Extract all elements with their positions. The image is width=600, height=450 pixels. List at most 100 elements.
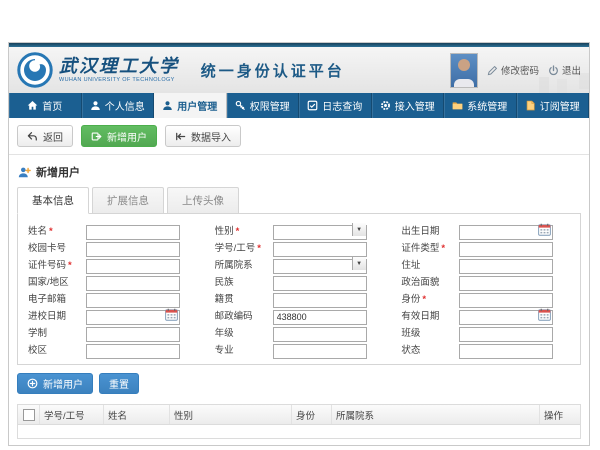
id-number-input[interactable] [86,259,180,274]
field-label: 民族 [215,274,273,288]
nav-item-home[interactable]: 首页 [9,93,82,118]
section-title: 新增用户 [36,164,80,180]
reset-button[interactable]: 重置 [99,373,139,394]
grade-input[interactable] [273,327,367,342]
postal-code-input[interactable] [273,310,367,325]
field-id-type: 证件类型* [401,239,576,254]
required-marker: * [422,294,426,305]
ethnicity-control [273,273,367,288]
identity-input[interactable] [459,293,553,308]
log-icon [307,100,318,111]
name-input[interactable] [86,225,180,240]
table-header-cell: 身份 [292,405,332,424]
tab-upload-avatar[interactable]: 上传头像 [167,187,239,214]
form-tabs: 基本信息 扩展信息上传头像 [9,187,589,214]
political-status-input[interactable] [459,276,553,291]
field-class: 班级 [401,324,576,339]
user-icon [162,100,173,111]
gear-icon [380,100,391,111]
country-region-control [86,273,180,288]
add-user-toolbar-button[interactable]: 新增用户 [81,125,157,147]
user-avatar[interactable] [450,53,478,88]
class-control [459,324,553,339]
student-id-control [273,239,367,254]
field-label: 专业 [215,342,273,356]
content-bottom-spacer [9,439,589,445]
major-input[interactable] [273,344,367,359]
tab-label: 基本信息 [32,195,74,207]
calendar-icon[interactable] [165,308,178,321]
user-icon [90,100,101,111]
change-password-label: 修改密码 [501,63,539,77]
nav-item-system-mgmt[interactable]: 系统管理 [444,93,517,118]
nav-item-personal-info[interactable]: 个人信息 [82,93,155,118]
change-password-link[interactable]: 修改密码 [487,63,539,77]
nav-item-user-mgmt[interactable]: 用户管理 [154,93,227,118]
data-import-button[interactable]: 数据导入 [165,125,241,147]
ethnicity-input[interactable] [273,276,367,291]
logout-link[interactable]: 退出 [548,63,581,77]
back-button[interactable]: 返回 [17,125,73,147]
select-all-checkbox[interactable] [23,409,35,421]
field-label: 进校日期 [28,308,86,322]
table-header-checkbox-cell [18,405,40,424]
logout-label: 退出 [562,63,581,77]
native-place-input[interactable] [273,293,367,308]
field-label: 籍贯 [215,291,273,305]
pencil-icon [487,65,498,76]
campus-control [86,341,180,356]
field-campus-card-no: 校园卡号 [28,239,203,254]
education-length-input[interactable] [86,327,180,342]
field-postal-code: 邮政编码 [215,307,390,322]
submit-add-user-button[interactable]: 新增用户 [17,373,93,394]
field-label: 所属院系 [215,257,273,271]
address-control [459,256,553,271]
form-actions: 新增用户 重置 [9,365,589,402]
calendar-icon[interactable] [538,223,551,236]
campus-input[interactable] [86,344,180,359]
calendar-icon[interactable] [538,308,551,321]
id-number-control [86,256,180,271]
header-right: 修改密码 退出 [450,47,581,93]
dropdown-arrow-icon[interactable]: ▼ [352,223,366,236]
toolbar: 返回 新增用户 数据导入 [9,118,589,155]
nav-item-permission-mgmt[interactable]: 权限管理 [227,93,300,118]
university-logo [17,52,53,88]
student-id-input[interactable] [273,242,367,257]
nav-item-subscription-mgmt[interactable]: 订阅管理 [517,93,590,118]
content: 返回 新增用户 数据导入 新增用户 基本信息扩展信息上传头像 姓名*性别*▼出生… [9,118,589,445]
users-table-header: 学号/工号姓名性别身份所属院系操作 [18,405,580,425]
field-label: 状态 [401,342,459,356]
field-country-region: 国家/地区 [28,273,203,288]
app-window: 武汉理工大学 WUHAN UNIVERSITY OF TECHNOLOGY 统一… [8,42,590,446]
education-length-control [86,324,180,339]
back-button-label: 返回 [43,129,63,144]
id-type-input[interactable] [459,242,553,257]
field-label: 性别* [215,223,273,237]
power-icon [548,65,559,76]
nav-item-log-query[interactable]: 日志查询 [299,93,372,118]
field-label: 校园卡号 [28,240,86,254]
field-label: 有效日期 [401,308,459,322]
export-square-icon [91,131,102,142]
field-label: 政治面貌 [401,274,459,288]
class-input[interactable] [459,327,553,342]
field-label: 身份* [401,291,459,305]
field-label: 国家/地区 [28,274,86,288]
country-region-input[interactable] [86,276,180,291]
email-control [86,290,180,305]
email-input[interactable] [86,293,180,308]
tab-basic-info[interactable]: 基本信息 [17,187,89,214]
postal-code-control [273,307,367,322]
dropdown-arrow-icon[interactable]: ▼ [352,257,366,270]
tab-extended-info[interactable]: 扩展信息 [92,187,164,214]
nav-item-access-mgmt[interactable]: 接入管理 [372,93,445,118]
status-input[interactable] [459,344,553,359]
nav-item-label: 权限管理 [250,98,290,113]
field-address: 住址 [401,256,576,271]
field-label: 电子邮箱 [28,291,86,305]
address-input[interactable] [459,259,553,274]
campus-card-no-input[interactable] [86,242,180,257]
return-arrow-icon [27,131,38,142]
key-icon [235,100,246,111]
